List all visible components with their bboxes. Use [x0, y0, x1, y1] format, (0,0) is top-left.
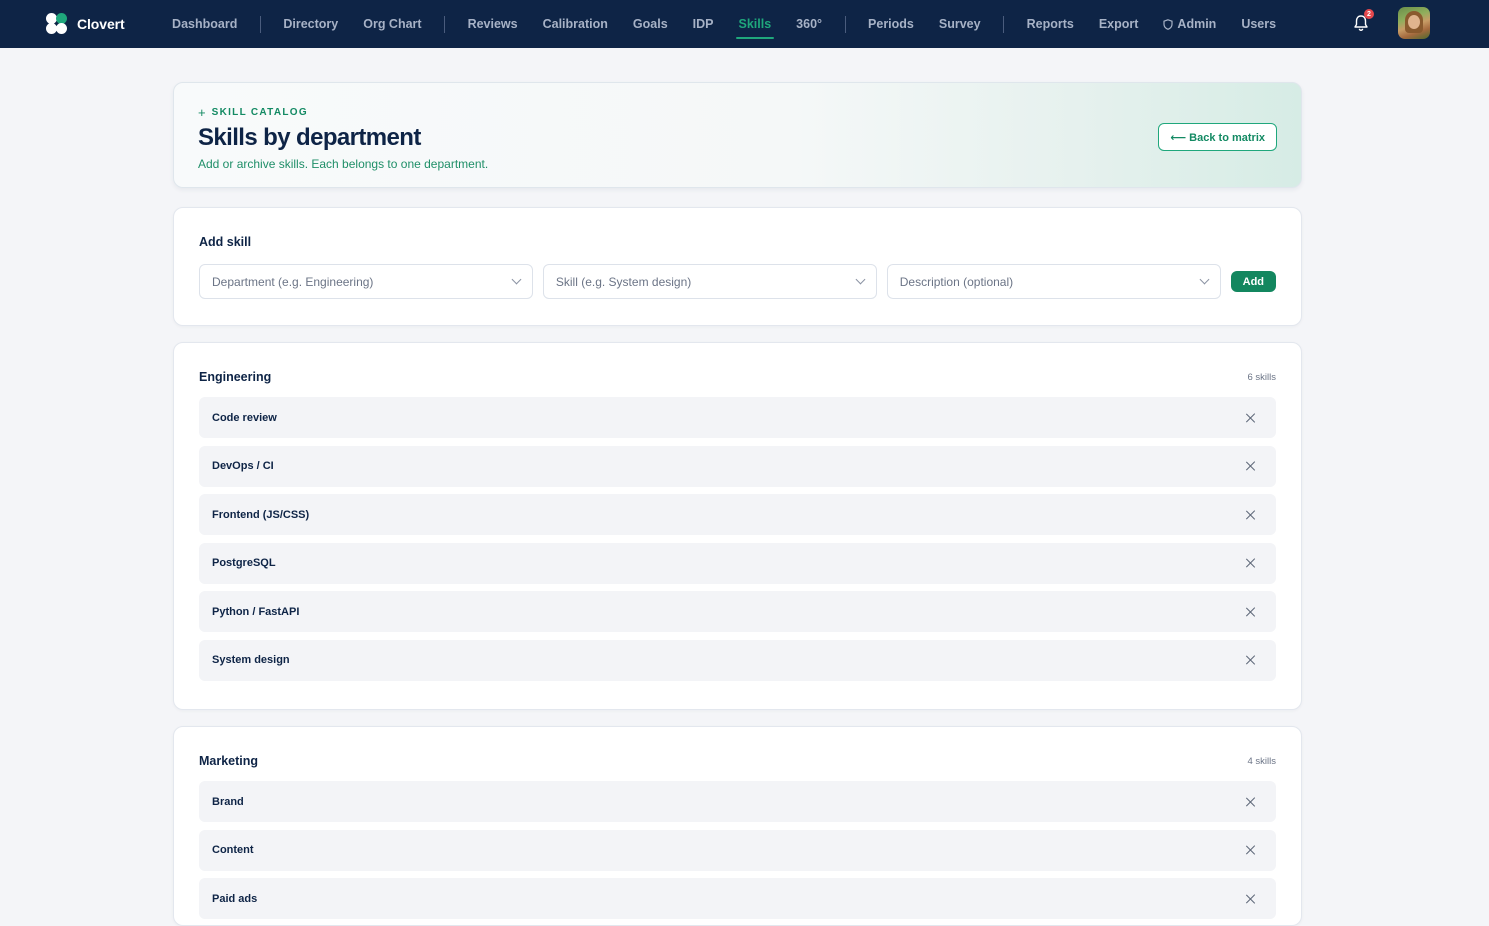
nav-item-export[interactable]: Export [1086, 0, 1151, 48]
nav-divider [844, 15, 846, 33]
skill-row: PostgreSQL [199, 542, 1276, 584]
archive-skill-close-icon[interactable] [1245, 460, 1257, 472]
nav-item-directory[interactable]: Directory [271, 0, 351, 48]
skill-row: Content [199, 829, 1276, 871]
avatar-face [1408, 15, 1420, 29]
department-name: Engineering [199, 370, 272, 384]
archive-skill-close-icon[interactable] [1245, 893, 1257, 905]
skill-row: Brand [199, 781, 1276, 822]
department-header: Marketing 4 skills [199, 754, 1276, 768]
skill-name: DevOps / CI [212, 460, 274, 473]
add-skill-title: Add skill [199, 235, 252, 249]
department-card-engineering: Engineering 6 skills Code review DevOps … [173, 342, 1302, 710]
archive-skill-close-icon[interactable] [1245, 844, 1257, 856]
add-skill-button[interactable]: Add [1230, 271, 1277, 292]
chevron-down-icon [1199, 274, 1210, 285]
nav-item-users[interactable]: Users [1229, 0, 1289, 48]
eyebrow-label: SKILL CATALOG [211, 107, 308, 118]
shield-icon [1163, 18, 1174, 30]
page-subtitle: Add or archive skills. Each belongs to o… [198, 157, 489, 171]
archive-skill-close-icon[interactable] [1245, 509, 1257, 521]
nav-item-goals[interactable]: Goals [620, 0, 680, 48]
skill-count: 4 skills [1247, 755, 1276, 767]
skill-name: System design [212, 654, 290, 667]
nav-item-360[interactable]: 360° [784, 0, 835, 48]
page-title: Skills by department [198, 124, 421, 151]
skill-name: PostgreSQL [212, 557, 276, 570]
skill-row: Frontend (JS/CSS) [199, 494, 1276, 536]
skill-name: Paid ads [212, 892, 258, 905]
top-navbar: Clovert Dashboard Directory Org Chart Re… [0, 0, 1489, 48]
department-select[interactable]: Department (e.g. Engineering) [199, 264, 533, 299]
skill-name: Code review [212, 411, 277, 424]
add-skill-card: Add skill Department (e.g. Engineering) … [173, 207, 1302, 326]
department-placeholder: Department (e.g. Engineering) [212, 274, 374, 289]
nav-item-periods[interactable]: Periods [856, 0, 927, 48]
page-header-card: + SKILL CATALOG Skills by department Add… [173, 82, 1302, 188]
description-select[interactable]: Description (optional) [886, 264, 1221, 299]
nav-item-skills[interactable]: Skills [726, 0, 784, 48]
nav-item-org-chart[interactable]: Org Chart [351, 0, 434, 48]
skill-row: Code review [199, 397, 1276, 438]
nav-item-survey[interactable]: Survey [926, 0, 993, 48]
skill-name: Python / FastAPI [212, 605, 300, 618]
add-skill-form: Department (e.g. Engineering) Skill (e.g… [199, 264, 1277, 299]
skill-name: Brand [212, 795, 244, 808]
eyebrow: + SKILL CATALOG [198, 105, 1277, 120]
skill-row: Paid ads [199, 878, 1276, 920]
nav-item-calibration[interactable]: Calibration [530, 0, 620, 48]
nav-items: Dashboard Directory Org Chart Reviews Ca… [160, 0, 1289, 48]
notifications-button[interactable]: 2 [1352, 9, 1374, 32]
skill-select[interactable]: Skill (e.g. System design) [542, 264, 877, 299]
user-avatar[interactable] [1398, 7, 1430, 39]
plus-icon: + [198, 105, 206, 120]
chevron-down-icon [855, 274, 866, 285]
department-header: Engineering 6 skills [199, 370, 1276, 384]
nav-item-admin-label: Admin [1177, 17, 1217, 31]
department-name: Marketing [199, 754, 259, 768]
skill-name: Frontend (JS/CSS) [212, 508, 310, 521]
archive-skill-close-icon[interactable] [1245, 412, 1257, 424]
brand-name: Clovert [77, 16, 125, 32]
brand[interactable]: Clovert [46, 13, 125, 35]
skill-count: 6 skills [1247, 371, 1276, 383]
department-card-marketing: Marketing 4 skills Brand Content Paid ad… [173, 726, 1302, 926]
nav-item-reviews[interactable]: Reviews [455, 0, 530, 48]
back-to-matrix-button[interactable]: ⟵ Back to matrix [1158, 123, 1277, 151]
archive-skill-close-icon[interactable] [1245, 796, 1257, 808]
description-placeholder: Description (optional) [899, 274, 1014, 289]
nav-divider [259, 15, 261, 33]
nav-item-dashboard[interactable]: Dashboard [160, 0, 250, 48]
nav-divider [444, 15, 446, 33]
skill-placeholder: Skill (e.g. System design) [555, 274, 692, 289]
nav-item-idp[interactable]: IDP [680, 0, 726, 48]
nav-item-reports[interactable]: Reports [1014, 0, 1086, 48]
archive-skill-close-icon[interactable] [1245, 606, 1257, 618]
chevron-down-icon [511, 274, 522, 285]
nav-divider [1003, 15, 1005, 33]
skill-row: System design [199, 639, 1276, 681]
clover-logo-icon [46, 13, 68, 35]
skill-row: DevOps / CI [199, 445, 1276, 487]
archive-skill-close-icon[interactable] [1245, 654, 1257, 666]
skill-name: Content [212, 844, 254, 857]
skill-row: Python / FastAPI [199, 591, 1276, 633]
nav-item-admin[interactable]: Admin [1151, 0, 1229, 48]
notification-count-badge: 2 [1364, 9, 1374, 19]
archive-skill-close-icon[interactable] [1245, 557, 1257, 569]
